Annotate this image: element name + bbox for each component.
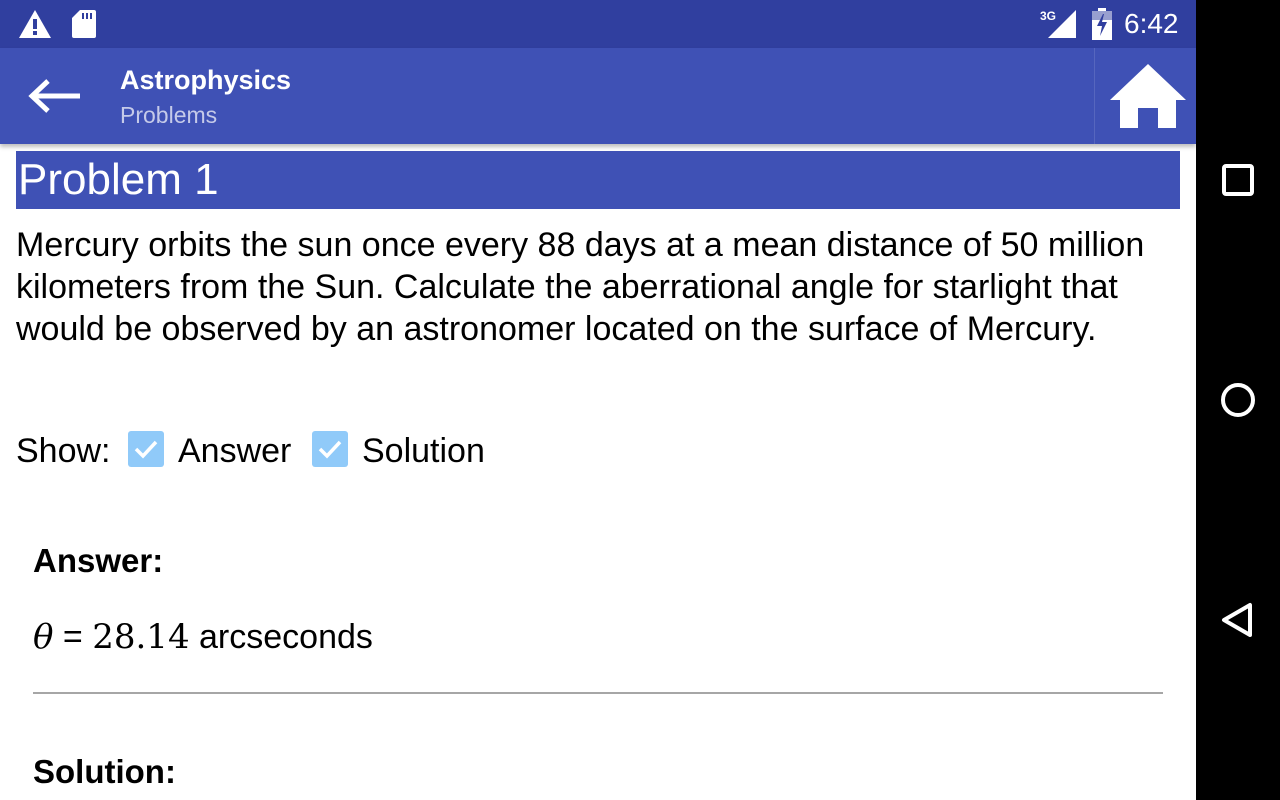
answer-unit: arcseconds: [189, 618, 373, 656]
warning-icon: [19, 10, 51, 38]
answer-checkbox[interactable]: [128, 431, 164, 467]
show-label: Show:: [16, 432, 111, 470]
app-subtitle: Problems: [120, 102, 218, 128]
solution-checkbox-label[interactable]: Solution: [362, 429, 485, 473]
back-arrow-icon[interactable]: [28, 78, 84, 114]
problem-heading-bar: Problem 1: [16, 151, 1180, 209]
clock: 6:42: [1124, 8, 1179, 39]
answer-checkbox-label[interactable]: Answer: [178, 429, 291, 473]
back-triangle-icon[interactable]: [1214, 596, 1262, 644]
problem-text: Mercury orbits the sun once every 88 day…: [16, 226, 1145, 348]
toolbar-divider: [1094, 48, 1095, 144]
app-bar: Astrophysics Problems: [0, 48, 1196, 144]
svg-text:3G: 3G: [1040, 9, 1056, 23]
section-divider: [33, 692, 1163, 694]
problem-heading: Problem 1: [18, 155, 219, 204]
solution-heading: Solution:: [33, 753, 176, 790]
answer-heading: Answer:: [33, 542, 164, 579]
problem-content: Problem 1 Mercury orbits the sun once ev…: [0, 144, 1196, 800]
answer-value: θ = 28.14 arcseconds: [33, 616, 373, 658]
home-circle-icon[interactable]: [1214, 376, 1262, 424]
status-bar: 3G 6:42: [0, 0, 1196, 48]
battery-charging-icon: [1092, 8, 1112, 40]
checkmark-icon: [134, 440, 158, 459]
app-title: Astrophysics: [120, 65, 292, 95]
equals-sign: =: [53, 618, 93, 656]
signal-icon: 3G: [1040, 9, 1076, 38]
home-icon[interactable]: [1108, 62, 1188, 130]
recents-icon[interactable]: [1214, 156, 1262, 204]
answer-number: 28.14: [92, 617, 190, 657]
solution-checkbox[interactable]: [312, 431, 348, 467]
sd-card-icon: [72, 10, 96, 38]
theta-symbol: θ: [33, 617, 54, 657]
checkmark-icon: [318, 440, 342, 459]
system-nav-bar: [1196, 0, 1280, 800]
